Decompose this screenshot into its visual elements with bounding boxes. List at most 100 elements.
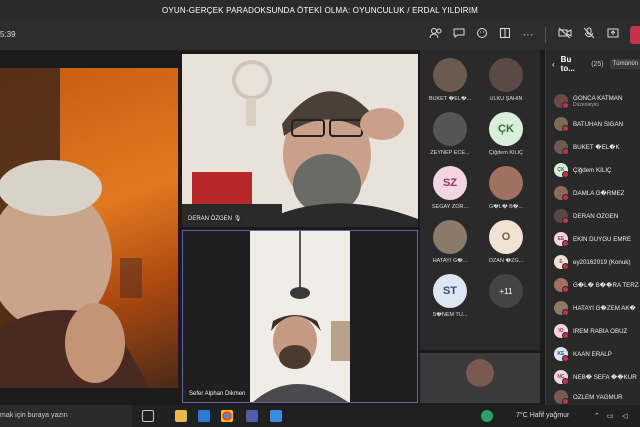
participant-name: Çiğdem KILIÇ <box>573 166 612 174</box>
more-count: +11 <box>489 274 523 308</box>
avatar <box>489 166 523 200</box>
participant-name: DERAN ÖZGEN <box>573 212 619 220</box>
participant-name: NEB� SEFA ��KUR <box>573 373 637 381</box>
participant-name: S�NEM TU... <box>432 312 468 318</box>
participant-row[interactable]: NÇ NEB� SEFA ��KUR <box>554 366 640 388</box>
avatar <box>433 58 467 92</box>
mic-off-icon[interactable] <box>581 27 597 43</box>
gallery-participant[interactable]: ST S�NEM TU... <box>422 274 478 318</box>
gallery-participant[interactable]: ÜLKÜ ŞAHİN <box>478 58 534 102</box>
participant-count: (25) <box>591 60 604 68</box>
edge-icon[interactable] <box>270 410 282 422</box>
gallery-participant[interactable]: HATAYİ G�... <box>422 220 478 264</box>
camera-off-icon[interactable] <box>557 27 573 43</box>
chat-icon[interactable] <box>451 27 467 43</box>
gallery-participant[interactable]: ZEYNEP ECE... <box>422 112 478 156</box>
taskbar: mak için buraya yazın 7°C Hafif yağmur ⌃… <box>0 405 640 427</box>
self-view[interactable] <box>420 353 540 403</box>
participant-row[interactable]: BUKET �EL�K <box>554 136 640 158</box>
share-icon[interactable] <box>605 27 621 43</box>
avatar <box>554 278 569 293</box>
participant-name: BATUHAN SIĞAN <box>573 120 624 128</box>
gallery-participant[interactable]: G�L� B�... <box>478 166 534 210</box>
gallery-participant[interactable]: O OZAN �ZG... <box>478 220 534 264</box>
participant-name: G�L� B�... <box>488 204 524 210</box>
participant-video <box>250 231 350 402</box>
participant-row[interactable]: KE KAAN ERALP <box>554 343 640 365</box>
mic-icon: 🎙 <box>233 216 242 222</box>
avatar: EE <box>554 232 569 247</box>
reactions-icon[interactable] <box>474 27 490 43</box>
avatar <box>554 94 569 109</box>
participant-row[interactable]: E ey20162019 (Konuk) <box>554 251 640 273</box>
avatar <box>554 209 569 224</box>
avatar <box>554 140 569 155</box>
participant-row[interactable]: DERAN ÖZGEN <box>554 205 640 227</box>
participant-name: İREM RABİA OBUZ <box>573 327 628 335</box>
gallery-participant[interactable]: SZ SEGAY ZOR... <box>422 166 478 210</box>
participant-name: BUKET �EL�K <box>573 143 620 151</box>
participant-row[interactable]: BATUHAN SIĞAN <box>554 113 640 135</box>
volume-icon[interactable]: ◁ <box>622 412 627 420</box>
avatar <box>433 112 467 146</box>
avatar: E <box>554 255 569 270</box>
meeting-toolbar: 5:39 ··· <box>0 20 640 50</box>
participant-row[interactable]: GONCA KATMAN Düzenleyici <box>554 90 640 112</box>
chevron-up-icon[interactable]: ⌃ <box>594 412 600 420</box>
avatar <box>554 390 569 405</box>
participant-video-tile[interactable]: DERAN ÖZGEN 🎙 <box>182 54 418 227</box>
participant-video <box>182 54 418 227</box>
rooms-icon[interactable] <box>497 27 513 43</box>
participant-name: GONCA KATMAN <box>573 94 623 102</box>
file-explorer-icon[interactable] <box>175 410 187 422</box>
participant-video-tile[interactable] <box>0 68 178 388</box>
mute-all-button[interactable]: Tümünün <box>609 59 640 69</box>
participant-video <box>0 68 150 388</box>
participant-name: DAMLA G�RMEZ <box>573 189 625 197</box>
avatar <box>489 58 523 92</box>
mail-icon[interactable] <box>198 410 210 422</box>
avatar <box>554 117 569 132</box>
security-icon[interactable] <box>481 410 493 422</box>
participant-name: Çiğdem KILIÇ <box>488 150 524 156</box>
chrome-icon[interactable] <box>221 410 233 422</box>
avatar: KE <box>554 347 569 362</box>
participant-row[interactable]: EE EKİN DUYGU EMRE <box>554 228 640 250</box>
toolbar-divider <box>545 27 546 43</box>
leave-button[interactable] <box>630 26 640 44</box>
chevron-left-icon[interactable]: ‹ <box>552 60 555 69</box>
participant-row[interactable]: HATAYİ G�ZEM AK� <box>554 297 640 319</box>
avatar: NÇ <box>554 370 569 385</box>
gallery-participant[interactable]: ÇK Çiğdem KILIÇ <box>478 112 534 156</box>
participant-name: ÖZLEM YAĞMUR <box>573 393 623 401</box>
more-participants-button[interactable]: +11 <box>478 274 534 308</box>
participant-row[interactable]: IO İREM RABİA OBUZ <box>554 320 640 342</box>
people-icon[interactable] <box>428 27 444 43</box>
participant-name: ey20162019 (Konuk) <box>573 258 631 266</box>
avatar: ÇK <box>489 112 523 146</box>
participant-name: BUKET �EL�... <box>428 96 472 102</box>
participant-gallery: BUKET �EL�... ÜLKÜ ŞAHİN ZEYNEP ECE... Ç… <box>420 50 540 350</box>
avatar <box>433 220 467 254</box>
avatar: ÇK <box>554 163 569 178</box>
participant-name: HATAYİ G�... <box>432 258 468 264</box>
participant-row[interactable]: DAMLA G�RMEZ <box>554 182 640 204</box>
network-icon[interactable]: ▭ <box>607 412 614 420</box>
taskbar-search[interactable]: mak için buraya yazın <box>0 405 132 427</box>
weather-status[interactable]: 7°C Hafif yağmur <box>516 412 569 419</box>
panel-title: Bu to... <box>560 55 575 73</box>
teams-icon[interactable] <box>246 410 258 422</box>
gallery-participant[interactable]: BUKET �EL�... <box>422 58 478 102</box>
participant-video-tile[interactable]: Sefer Alphan Dikmen <box>182 230 418 403</box>
task-view-icon[interactable] <box>142 410 154 422</box>
participants-panel: ‹ Bu to... (25) Tümünün GONCA KATMAN Düze… <box>545 50 640 405</box>
participant-name: ZEYNEP ECE... <box>430 150 470 156</box>
more-icon[interactable]: ··· <box>520 27 536 43</box>
avatar <box>554 301 569 316</box>
participant-name: HATAYİ G�ZEM AK� <box>573 304 636 312</box>
participant-name: G�L� B��RA TERZ <box>573 281 639 289</box>
participant-row[interactable]: ÇK Çiğdem KILIÇ <box>554 159 640 181</box>
window-title: OYUN-GERÇEK PARADOKSUNDA ÖTEKİ OLMA: OYU… <box>161 5 479 15</box>
participant-name: KAAN ERALP <box>573 350 612 358</box>
participant-row[interactable]: G�L� B��RA TERZ <box>554 274 640 296</box>
